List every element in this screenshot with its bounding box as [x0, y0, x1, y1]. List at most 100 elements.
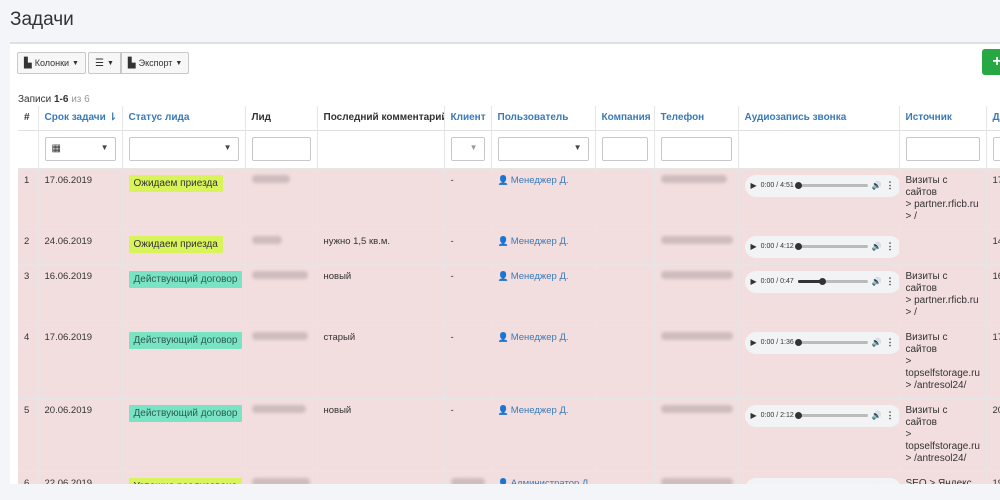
col-header-user[interactable]: Пользователь — [491, 106, 596, 131]
table-row: 2 24.06.2019 Ожидаем приезда нужно 1,5 кв.м… — [18, 229, 1000, 265]
lead-cell[interactable] — [245, 264, 318, 326]
volume-icon[interactable]: 🔊 — [872, 411, 882, 420]
calendar-icon: ▦ — [51, 143, 61, 154]
col-header-phone[interactable]: Телефон — [654, 106, 739, 131]
filter-cell-audio — [738, 130, 900, 169]
status-cell: Действующий договор — [122, 398, 246, 472]
col-header-client[interactable]: Клиент — [444, 106, 492, 131]
audio-seek-knob[interactable] — [794, 243, 802, 250]
status-filter-select[interactable]: ▼ — [128, 137, 239, 161]
audio-seek-knob[interactable] — [819, 278, 827, 285]
col-header-source[interactable]: Источник — [899, 106, 987, 131]
export-button[interactable]: ▙ Экспорт ▼ — [120, 52, 190, 74]
user-cell[interactable]: 👤 Менеджер Д. — [491, 168, 596, 230]
company-filter-input[interactable] — [601, 137, 648, 161]
volume-icon[interactable]: 🔊 — [872, 277, 882, 286]
volume-icon[interactable]: 🔊 — [872, 242, 882, 251]
col-header-due[interactable]: Срок задачи ⇂ — [38, 106, 123, 131]
more-options-icon[interactable]: ⋮ — [886, 180, 895, 191]
more-options-icon[interactable]: ⋮ — [886, 241, 895, 252]
lead-name-redacted[interactable] — [251, 270, 308, 279]
user-cell[interactable]: 👤 Администратор Д. — [491, 471, 596, 485]
audio-player[interactable]: ▶ 0:00 / 4:12 🔊 ⋮ — [744, 235, 901, 258]
source-filter-input[interactable] — [905, 137, 980, 161]
user-cell[interactable]: 👤 Менеджер Д. — [491, 325, 596, 399]
due-date-text: 20.06.2019 — [44, 404, 93, 416]
audio-seek-bar[interactable] — [794, 412, 868, 419]
lead-cell[interactable] — [245, 325, 318, 399]
audio-seek-knob[interactable] — [794, 412, 802, 419]
audio-player[interactable]: ▶ 0:00 / 1:36 🔊 ⋮ — [744, 331, 901, 354]
audio-seek-bar[interactable] — [794, 339, 868, 346]
volume-icon[interactable]: 🔊 — [872, 181, 882, 190]
columns-button[interactable]: ▙ Колонки ▼ — [17, 52, 86, 74]
lead-name-redacted[interactable] — [251, 404, 306, 413]
audio-player[interactable]: ▶0:00 / 2:18🔊⋮ — [744, 477, 901, 484]
due-date-filter[interactable]: ▦ ▼ — [44, 137, 116, 161]
more-options-icon[interactable]: ⋮ — [886, 337, 895, 348]
more-options-icon[interactable]: ⋮ — [886, 410, 895, 421]
volume-icon[interactable]: 🔊 — [872, 338, 882, 347]
col-header-audio[interactable]: Аудиозапись звонка — [738, 106, 900, 131]
user-filter-select[interactable]: ▼ — [497, 137, 589, 161]
user-link[interactable]: 👤 Менеджер Д. — [498, 271, 569, 282]
audio-player[interactable]: ▶ 0:00 / 4:51 🔊 ⋮ — [744, 174, 901, 197]
more-options-icon[interactable]: ⋮ — [886, 483, 895, 484]
source-line: topselfstorage.ru — [905, 367, 981, 379]
lead-cell[interactable] — [245, 168, 318, 230]
audio-seek-bar[interactable] — [794, 182, 868, 189]
audio-seek-bar[interactable] — [797, 278, 868, 285]
table-row: 1 17.06.2019 Ожидаем приезда - 👤 Менеджер Д. ▶… — [18, 168, 1000, 230]
play-icon[interactable]: ▶ — [751, 242, 757, 251]
col-header-status[interactable]: Статус лида — [122, 106, 246, 131]
filter-row: ▦ ▼ ▼ ▼ ▼ — [18, 130, 1000, 169]
date-filter-input[interactable] — [992, 137, 1000, 161]
more-options-icon[interactable]: ⋮ — [886, 276, 895, 287]
due-date-text: 17.06.2019 — [44, 331, 93, 343]
audio-seek-knob[interactable] — [794, 182, 802, 189]
view-toggle-button[interactable]: ☰ ▼ — [87, 52, 121, 74]
sort-icon: ⇂ — [108, 112, 117, 123]
col-header-company[interactable]: Компания — [595, 106, 655, 131]
filter-cell-empty — [18, 130, 39, 169]
audio-seek-knob[interactable] — [794, 339, 802, 346]
user-cell[interactable]: 👤 Менеджер Д. — [491, 229, 596, 265]
audio-cell: ▶ 0:00 / 0:47 🔊 ⋮ — [738, 264, 901, 326]
chevron-down-icon: ▼ — [72, 59, 79, 67]
company-cell — [595, 229, 655, 265]
user-name: Менеджер Д. — [510, 174, 569, 186]
user-link[interactable]: 👤 Менеджер Д. — [498, 175, 569, 186]
lead-filter-input[interactable] — [251, 137, 311, 161]
user-link[interactable]: 👤 Менеджер Д. — [498, 405, 569, 416]
lead-cell[interactable] — [245, 398, 318, 472]
phone-filter-input[interactable] — [660, 137, 732, 161]
play-icon[interactable]: ▶ — [751, 411, 757, 420]
lead-name-redacted[interactable] — [251, 235, 282, 244]
audio-seek-bar[interactable] — [794, 243, 868, 250]
audio-player[interactable]: ▶ 0:00 / 2:12 🔊 ⋮ — [744, 404, 901, 427]
source-line: topselfstorage.ru — [905, 440, 981, 452]
col-header-date[interactable]: Да — [986, 106, 1000, 131]
chevron-down-icon: ▼ — [223, 143, 232, 152]
play-icon[interactable]: ▶ — [751, 338, 757, 347]
lead-name-redacted[interactable] — [251, 331, 308, 340]
user-link[interactable]: 👤 Администратор Д. — [498, 478, 591, 485]
lead-cell[interactable] — [245, 471, 318, 484]
user-cell[interactable]: 👤 Менеджер Д. — [491, 264, 596, 326]
filter-cell-company — [595, 130, 655, 169]
audio-player[interactable]: ▶ 0:00 / 0:47 🔊 ⋮ — [744, 270, 901, 293]
add-button[interactable]: + — [982, 49, 1000, 75]
client-filter-select[interactable]: ▼ — [450, 137, 485, 161]
play-icon[interactable]: ▶ — [751, 181, 757, 190]
user-link[interactable]: 👤 Менеджер Д. — [498, 332, 569, 343]
play-icon[interactable]: ▶ — [751, 277, 757, 286]
user-cell[interactable]: 👤 Менеджер Д. — [491, 398, 596, 472]
source-line: > / — [905, 210, 917, 222]
lead-name-redacted[interactable] — [251, 477, 310, 484]
client-cell: - — [444, 229, 492, 265]
user-link[interactable]: 👤 Менеджер Д. — [498, 236, 569, 247]
lead-cell[interactable] — [245, 229, 318, 265]
lead-name-redacted[interactable] — [251, 174, 290, 183]
phone-redacted — [660, 477, 733, 484]
comment-cell — [317, 471, 445, 484]
